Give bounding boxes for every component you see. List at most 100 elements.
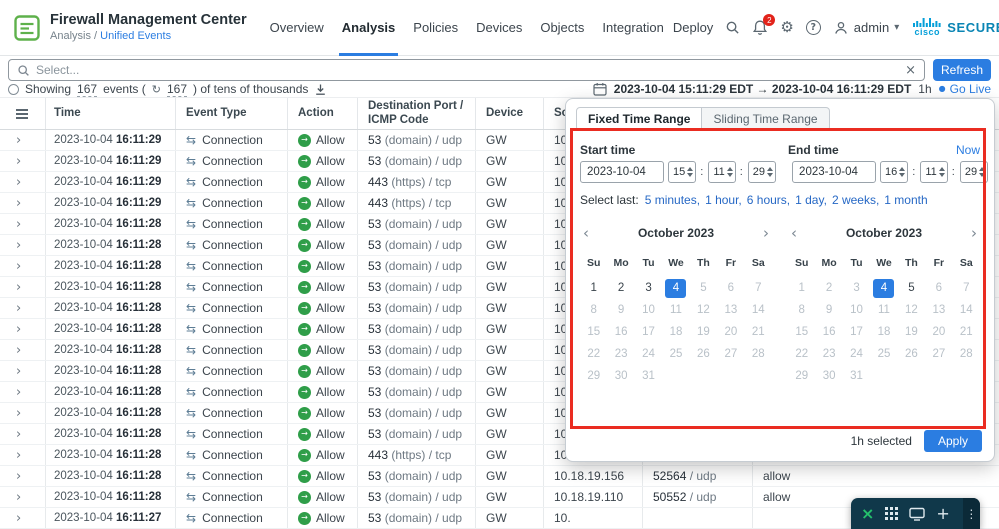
cell-expand[interactable]: ›: [0, 445, 46, 465]
apply-button[interactable]: Apply: [923, 430, 982, 452]
end-second-stepper[interactable]: 29: [959, 161, 989, 183]
more-options-button[interactable]: ⋮: [962, 498, 980, 529]
stepper-arrows[interactable]: [687, 167, 694, 177]
cell-expand[interactable]: ›: [0, 403, 46, 423]
tab-sliding-time-range[interactable]: Sliding Time Range: [702, 107, 830, 131]
calendar-day-3[interactable]: 3: [635, 277, 662, 299]
stepper-arrows[interactable]: [726, 167, 733, 177]
start-second-stepper[interactable]: 29: [747, 161, 777, 183]
stepper-arrows[interactable]: [938, 167, 945, 177]
calendar-day-11[interactable]: 11: [870, 299, 897, 321]
calendar-day-30[interactable]: 30: [815, 365, 842, 387]
calendar-day-21[interactable]: 21: [745, 321, 772, 343]
calendar-day-26[interactable]: 26: [690, 343, 717, 365]
calendar-day-18[interactable]: 18: [870, 321, 897, 343]
calendar-day-3[interactable]: 3: [843, 277, 870, 299]
cell-expand[interactable]: ›: [0, 466, 46, 486]
calendar-day-26[interactable]: 26: [898, 343, 925, 365]
calendar-day-24[interactable]: 24: [843, 343, 870, 365]
calendar-day-22[interactable]: 22: [580, 343, 607, 365]
refresh-button[interactable]: Refresh: [933, 59, 991, 81]
cell-expand[interactable]: ›: [0, 487, 46, 507]
preset-6-hours[interactable]: 6 hours,: [747, 193, 790, 207]
calendar-day-5[interactable]: 5: [898, 277, 925, 299]
calendar-day-14[interactable]: 14: [953, 299, 980, 321]
calendar-day-27[interactable]: 27: [925, 343, 952, 365]
calendar-day-1[interactable]: 1: [788, 277, 815, 299]
cell-expand[interactable]: ›: [0, 340, 46, 360]
column-header-event-type[interactable]: Event Type: [176, 98, 288, 129]
column-header-time[interactable]: Time: [46, 98, 176, 129]
table-row[interactable]: › 2023-10-04 16:11:28 ⇆ Connection → Allow 53 …: [0, 466, 999, 487]
calendar-day-15[interactable]: 15: [580, 321, 607, 343]
time-range-display[interactable]: 2023-10-04 15:11:29 EDT → 2023-10-04 16:…: [614, 82, 912, 96]
preset-1-hour[interactable]: 1 hour,: [705, 193, 742, 207]
calendar-day-14[interactable]: 14: [745, 299, 772, 321]
nav-item-integration[interactable]: Integration: [593, 0, 672, 56]
calendar-day-29[interactable]: 29: [788, 365, 815, 387]
download-icon[interactable]: [314, 83, 327, 96]
cell-expand[interactable]: ›: [0, 382, 46, 402]
column-header-action[interactable]: Action: [288, 98, 358, 129]
cell-expand[interactable]: ›: [0, 277, 46, 297]
cell-expand[interactable]: ›: [0, 256, 46, 276]
cell-expand[interactable]: ›: [0, 508, 46, 528]
go-live-button[interactable]: ● Go Live: [939, 82, 991, 96]
breadcrumb-current[interactable]: Unified Events: [100, 30, 171, 42]
cell-expand[interactable]: ›: [0, 298, 46, 318]
preset-1-day[interactable]: 1 day,: [795, 193, 827, 207]
calendar-day-25[interactable]: 25: [870, 343, 897, 365]
column-header-expand[interactable]: [0, 98, 46, 129]
start-hour-stepper[interactable]: 15: [668, 161, 697, 183]
clear-icon[interactable]: ×: [905, 64, 916, 77]
calendar-day-10[interactable]: 10: [635, 299, 662, 321]
share-screen-icon[interactable]: [909, 507, 926, 521]
calendar-day-2[interactable]: 2: [607, 277, 634, 299]
cell-expand[interactable]: ›: [0, 424, 46, 444]
help-icon[interactable]: ?: [805, 20, 821, 35]
pause-live-icon[interactable]: [8, 83, 19, 95]
calendar-day-18[interactable]: 18: [662, 321, 689, 343]
cell-expand[interactable]: ›: [0, 319, 46, 339]
nav-item-analysis[interactable]: Analysis: [333, 0, 404, 56]
calendar-day-22[interactable]: 22: [788, 343, 815, 365]
plus-icon[interactable]: +: [936, 505, 949, 522]
calendar-day-6[interactable]: 6: [717, 277, 744, 299]
calendar-day-12[interactable]: 12: [690, 299, 717, 321]
nav-item-objects[interactable]: Objects: [531, 0, 593, 56]
calendar-day-17[interactable]: 17: [635, 321, 662, 343]
gear-icon[interactable]: ⚙: [780, 20, 793, 35]
end-date-input[interactable]: 2023-10-04: [792, 161, 877, 183]
calendar-day-29[interactable]: 29: [580, 365, 607, 387]
close-icon[interactable]: ×: [861, 505, 874, 522]
calendar-day-28[interactable]: 28: [953, 343, 980, 365]
next-month-icon[interactable]: ›: [763, 225, 769, 241]
preset-5-minutes[interactable]: 5 minutes,: [645, 193, 700, 207]
calendar-day-31[interactable]: 31: [843, 365, 870, 387]
event-filter-box[interactable]: ×: [8, 59, 925, 81]
calendar-day-7[interactable]: 7: [953, 277, 980, 299]
prev-month-icon[interactable]: ‹: [791, 225, 797, 241]
start-minute-stepper[interactable]: 11: [708, 161, 736, 183]
calendar-day-1[interactable]: 1: [580, 277, 607, 299]
user-menu[interactable]: admin ▾: [833, 20, 899, 36]
calendar-day-25[interactable]: 25: [662, 343, 689, 365]
calendar-day-23[interactable]: 23: [607, 343, 634, 365]
search-icon[interactable]: [725, 20, 740, 35]
nav-item-overview[interactable]: Overview: [261, 0, 333, 56]
calendar-day-5[interactable]: 5: [690, 277, 717, 299]
calendar-day-16[interactable]: 16: [815, 321, 842, 343]
notifications-button[interactable]: 2: [752, 14, 776, 36]
calendar-day-24[interactable]: 24: [635, 343, 662, 365]
end-minute-stepper[interactable]: 11: [920, 161, 948, 183]
search-input[interactable]: [36, 63, 900, 77]
calendar-day-17[interactable]: 17: [843, 321, 870, 343]
cell-expand[interactable]: ›: [0, 172, 46, 192]
preset-1-month[interactable]: 1 month: [884, 193, 927, 207]
calendar-day-16[interactable]: 16: [607, 321, 634, 343]
end-hour-stepper[interactable]: 16: [880, 161, 909, 183]
table-row[interactable]: › 2023-10-04 16:11:27 ⇆ Connection → Allow 53 …: [0, 508, 999, 529]
cell-expand[interactable]: ›: [0, 214, 46, 234]
calendar-day-19[interactable]: 19: [690, 321, 717, 343]
calendar-day-20[interactable]: 20: [717, 321, 744, 343]
